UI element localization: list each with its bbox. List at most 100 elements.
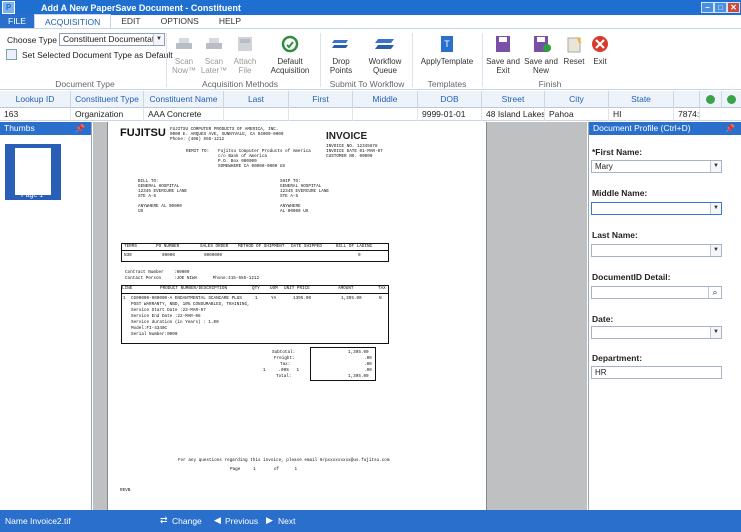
invoice-page-line: Page 1 of 1: [230, 467, 298, 472]
department-input[interactable]: HR: [591, 366, 722, 379]
default-acquisition-button[interactable]: Default Acquisition: [264, 35, 316, 75]
column-lookup-id[interactable]: Lookup ID: [0, 91, 71, 108]
column-middle[interactable]: Middle: [353, 91, 418, 108]
document-id-label: DocumentID Detail:: [592, 272, 671, 282]
group-document-type: Document Type: [55, 79, 115, 89]
menu-file[interactable]: FILE: [0, 14, 34, 28]
add-row-button[interactable]: [700, 91, 722, 108]
cell-last[interactable]: [224, 108, 289, 121]
middle-name-select[interactable]: ▼: [591, 202, 722, 215]
totals-label: Tax:: [280, 362, 291, 367]
terms-header: DATE SHIPPED: [291, 244, 322, 249]
cell-lookup-id[interactable]: 163: [0, 108, 71, 121]
cell-state[interactable]: HI: [609, 108, 674, 121]
reset-label: Reset: [563, 57, 585, 66]
last-name-select[interactable]: ▼: [591, 244, 722, 257]
scan-later-button[interactable]: Scan Later™: [200, 35, 228, 75]
column-city[interactable]: City: [545, 91, 609, 108]
ribbon-separator: [320, 33, 321, 87]
workflow-queue-icon: [375, 39, 394, 49]
pin-icon[interactable]: 📌: [75, 122, 85, 135]
change-button[interactable]: Change: [172, 516, 202, 526]
invoice-page: FUJITSU FUJITSU COMPUTER PRODUCTS OF AME…: [107, 122, 487, 510]
first-name-value: Mary: [595, 162, 613, 171]
totals-label: Freight:: [274, 356, 295, 361]
add-row-button-2[interactable]: [722, 91, 741, 108]
terms-header: METHOD OF SHIPMENT: [238, 244, 285, 249]
chevron-down-icon: ▼: [710, 203, 721, 214]
cell-constituent-name[interactable]: AAA Concrete: [144, 108, 224, 121]
close-icon[interactable]: ✕: [727, 2, 740, 13]
line-items-divider: [121, 293, 389, 294]
fujitsu-logo: FUJITSU: [120, 127, 166, 139]
column-state[interactable]: State: [609, 91, 674, 108]
search-icon[interactable]: ⌕: [708, 287, 721, 298]
column-first[interactable]: First: [289, 91, 353, 108]
thumbs-header: Thumbs 📌: [0, 122, 91, 135]
add-icon: [706, 95, 715, 104]
first-name-select[interactable]: Mary ▼: [591, 160, 722, 173]
invoice-corner: REVB: [120, 488, 131, 493]
next-button[interactable]: Next: [278, 516, 295, 526]
previous-button[interactable]: Previous: [225, 516, 258, 526]
column-dob[interactable]: DOB: [418, 91, 482, 108]
exit-button[interactable]: Exit: [589, 35, 611, 66]
menu-acquisition[interactable]: ACQUISITION: [33, 14, 112, 28]
ribbon-separator: [482, 33, 483, 87]
totals-value: .00: [364, 356, 372, 361]
document-viewer[interactable]: FUJITSU FUJITSU COMPUTER PRODUCTS OF AME…: [93, 122, 587, 510]
cell-middle[interactable]: [353, 108, 418, 121]
table-row[interactable]: 163 Organization AAA Concrete 9999-01-01…: [0, 108, 741, 121]
save-and-exit-button[interactable]: Save and Exit: [486, 35, 520, 75]
minimize-icon[interactable]: –: [701, 2, 714, 13]
cell-street[interactable]: 48 Island Lakes Sh: [482, 108, 545, 121]
choose-type-label: Choose Type: [7, 35, 57, 45]
cell-extra[interactable]: 7874:: [674, 108, 700, 121]
cell-dob[interactable]: 9999-01-01: [418, 108, 482, 121]
ribbon-separator: [166, 33, 167, 87]
choose-type-select[interactable]: Constituent Documentati ▼: [59, 33, 165, 46]
line-value: 1: [255, 296, 258, 301]
column-last[interactable]: Last: [224, 91, 289, 108]
column-street[interactable]: Street: [482, 91, 545, 108]
department-label: Department:: [592, 353, 643, 363]
cell-constituent-type[interactable]: Organization: [71, 108, 144, 121]
profile-title: Document Profile (Ctrl+D): [593, 123, 691, 133]
reset-icon: [567, 36, 582, 53]
terms-value: 0: [358, 253, 361, 258]
terms-header: SALES ORDER: [200, 244, 229, 249]
attach-file-button[interactable]: Attach File: [230, 35, 260, 75]
set-default-label[interactable]: Set Selected Document Type as Default: [22, 50, 173, 60]
date-select[interactable]: ▼: [591, 326, 722, 339]
apply-template-button[interactable]: T ApplyTemplate: [416, 35, 478, 66]
column-constituent-type[interactable]: Constituent Type: [71, 91, 144, 108]
maximize-icon[interactable]: □: [714, 2, 727, 13]
last-name-label: Last Name:: [592, 230, 638, 240]
group-acquisition-methods: Acquisition Methods: [201, 79, 279, 89]
group-finish: Finish: [538, 79, 562, 89]
workflow-queue-button[interactable]: Workflow Queue: [364, 35, 406, 75]
department-value: HR: [595, 368, 607, 377]
pin-icon[interactable]: 📌: [725, 122, 735, 135]
scan-now-button[interactable]: Scan Now™: [170, 35, 198, 75]
cell-city[interactable]: Pahoa: [545, 108, 609, 121]
document-id-input[interactable]: ⌕: [591, 286, 722, 299]
reset-button[interactable]: Reset: [562, 35, 586, 66]
profile-header: Document Profile (Ctrl+D) 📌: [589, 122, 741, 135]
ribbon: Choose Type Constituent Documentati ▼ Se…: [0, 29, 741, 90]
menu-help[interactable]: HELP: [209, 14, 251, 28]
middle-name-label: Middle Name:: [592, 188, 648, 198]
drop-points-button[interactable]: Drop Points: [324, 35, 358, 75]
menu-edit[interactable]: EDIT: [111, 14, 150, 28]
menu-options[interactable]: OPTIONS: [151, 14, 209, 28]
line-value: YA: [271, 296, 277, 301]
cell-first[interactable]: [289, 108, 353, 121]
set-default-icon[interactable]: [6, 49, 17, 60]
default-acquisition-label: Default Acquisition: [270, 57, 310, 75]
totals-value: 1,395.00: [348, 374, 369, 379]
title-bar: P Add A New PaperSave Document - Constit…: [0, 0, 741, 15]
thumbnail-page-1[interactable]: Page 1: [5, 144, 61, 200]
column-extra[interactable]: [674, 91, 700, 108]
column-constituent-name[interactable]: Constituent Name: [144, 91, 224, 108]
save-and-new-button[interactable]: Save and New: [522, 35, 560, 75]
